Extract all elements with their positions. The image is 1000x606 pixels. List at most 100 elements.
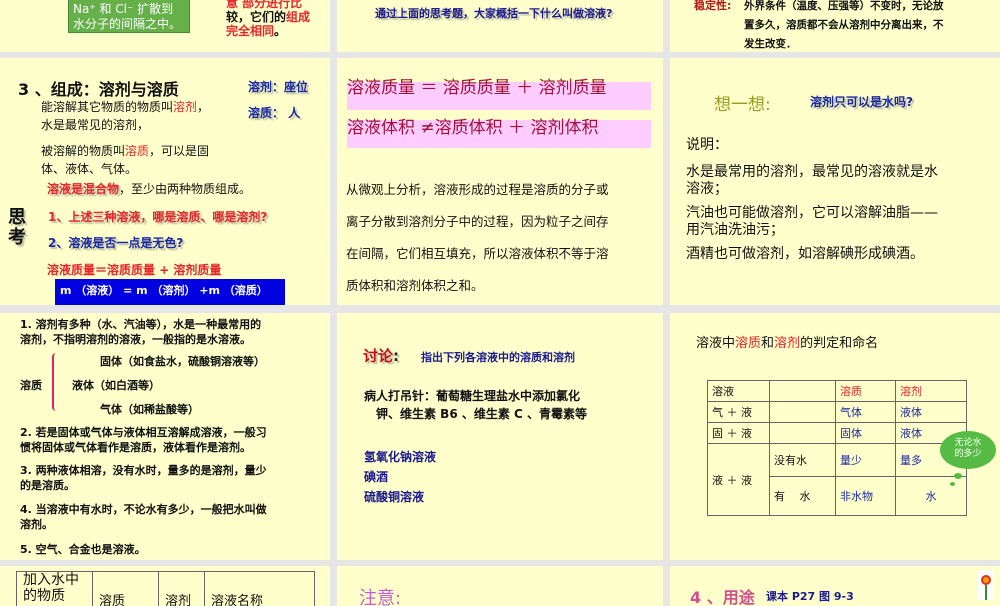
think-heading: 想一想: (714, 90, 771, 115)
iv-description: 病人打吊针：葡萄糖生理盐水中添加氯化钾、维生素 B6 、维生素 C 、青霉素等 (364, 387, 587, 423)
table-row: 气 ＋ 液气体液体 (708, 402, 967, 423)
mass-equation: 溶液质量 ＝ 溶质质量 ＋ 溶剂质量 (347, 80, 647, 97)
volume-inequation: 溶液体积 ≠溶质体积 ＋ 溶剂体积 (347, 120, 641, 137)
diffusion-box: Na⁺ 和 Cl⁻ 扩散到 水分子的间隔之中。 (68, 0, 190, 33)
text-line: 4. 当溶液中有水时，不论水有多少，一般把水叫做 (20, 502, 267, 517)
text: 和 (761, 336, 774, 351)
cell: 溶质 (836, 381, 896, 402)
cell: 溶剂 (159, 572, 205, 606)
text: 溶剂 (774, 336, 800, 351)
cell: 溶剂 (896, 381, 967, 402)
text: : (393, 347, 399, 365)
note-label: 说明： (686, 134, 728, 154)
list-item: 碘酒 (364, 467, 436, 487)
text-line: 用汽油洗油污； (686, 222, 938, 239)
text-line: 在间隔，它们相互填充，所以溶液体积不等于溶 (346, 238, 609, 270)
text-line: 发生改变． (744, 35, 944, 52)
text-line: 从微观上分析，溶液形成的过程是溶质的分子或 (346, 174, 609, 206)
slide-thumbnail[interactable]: 想一想: 溶剂只可以是水吗? 说明： 水是最常用的溶剂，最常见的溶液就是水 溶液… (670, 58, 1000, 305)
text-line: 钾、维生素 B6 、维生素 C 、青霉素等 (364, 405, 587, 423)
question-text: 通过上面的思考题，大家概括一下什么叫做溶液? (375, 5, 612, 21)
cell: 固体 (836, 423, 896, 444)
slide-title: 3 、组成：溶剂与溶质 (18, 76, 179, 100)
list-item: 氢氧化钠溶液 (364, 447, 436, 467)
rule-2: 2. 若是固体或气体与液体相互溶解成溶液，一般习惯将固体或气体看作是溶质，液体看… (20, 425, 267, 455)
text-line: 2. 若是固体或气体与液体相互溶解成溶液，一般习 (20, 425, 267, 440)
slide-thumbnail[interactable]: 通过上面的思考题，大家概括一下什么叫做溶液? (337, 0, 663, 52)
discussion-subtitle: 指出下列各溶液中的溶质和溶剂 (421, 349, 575, 365)
solution-list: 氢氧化钠溶液 碘酒 硫酸铜溶液 (364, 447, 436, 507)
slide-thumbnail[interactable]: Na⁺ 和 Cl⁻ 扩散到 水分子的间隔之中。 意 部分进行比 较，它们的组成 … (0, 0, 330, 52)
definition-solute: 被溶解的物质叫溶质，可以是固 体、液体、气体。 (41, 142, 209, 178)
text-line: 酒精也可做溶剂，如溶解碘形成碘酒。 (686, 246, 938, 263)
rule-1: 1. 溶剂有多种（水、汽油等），水是一种最常用的溶剂，不指明溶剂的溶液，一般指的… (20, 317, 261, 347)
analysis-paragraph: 从微观上分析，溶液形成的过程是溶质的分子或 离子分散到溶剂分子中的过程，因为粒子… (346, 174, 609, 302)
slide-thumbnail[interactable]: 讨论: 指出下列各溶液中的溶质和溶剂 病人打吊针：葡萄糖生理盐水中添加氯化钾、维… (337, 313, 663, 560)
list-item: 硫酸铜溶液 (364, 487, 436, 507)
note-heading: 注意: (359, 584, 401, 606)
text: 溶质 (735, 336, 761, 351)
question-2: 2、溶液是否一点是无色? (48, 234, 183, 251)
solid-item: 固体（如食盐水，硫酸铜溶液等） (100, 353, 265, 369)
text: 溶液是混合物 (47, 182, 119, 196)
text-line: 离子分散到溶剂分子中的过程，因为粒子之间存 (346, 206, 609, 238)
rule-4: 4. 当溶液中有水时，不论水有多少，一般把水叫做溶剂。 (20, 502, 267, 532)
cell: 溶质 (93, 572, 159, 606)
text: 溶液中 (696, 336, 735, 351)
text-line: 3. 两种液体相溶，没有水时，量多的是溶剂，量少 (20, 463, 267, 478)
cell: 溶液 (708, 381, 770, 402)
text-line: 完全相同。 (226, 22, 286, 39)
question-1: 1、上述三种溶液，哪是溶质、哪是溶剂? (48, 208, 267, 225)
question-text: 溶剂只可以是水吗? (810, 93, 913, 110)
table-row: 溶液 溶质溶剂 (708, 381, 967, 402)
cell: 非水物 (836, 477, 896, 516)
solute-label: 溶质 (20, 377, 42, 393)
slide-thumbnail[interactable]: 1. 溶剂有多种（水、汽油等），水是一种最常用的溶剂，不指明溶剂的溶液，一般指的… (0, 313, 330, 560)
text-line: 汽油也可能做溶剂，它可以溶解油脂—— (686, 205, 938, 222)
slide-thumbnail[interactable]: 溶液质量 ＝ 溶质质量 ＋ 溶剂质量 溶液体积 ≠溶质体积 ＋ 溶剂体积 从微观… (337, 58, 663, 305)
cell: 液体 (896, 402, 967, 423)
cell: 液 ＋ 液 (708, 444, 770, 516)
rule-5: 5. 空气、合金也是溶液。 (20, 541, 146, 557)
slide-thumbnail[interactable]: 3 、组成：溶剂与溶质 溶剂：座位 溶质： 人 能溶解其它物质的物质叫溶剂， 水… (0, 58, 330, 305)
box-line: Na⁺ 和 Cl⁻ 扩散到 (73, 2, 189, 17)
slide-thumbnail[interactable]: 4 、用途 课本 P27 图 9-3 (670, 566, 1000, 606)
text: 被溶解的物质叫 (41, 144, 125, 158)
discussion-heading: 讨论: (363, 345, 399, 366)
text-line: 惯将固体或气体看作是溶质，液体看作是溶剂。 (20, 440, 267, 455)
cell: 溶液名称 (205, 572, 315, 606)
table-row: 加入水中的物质溶质溶剂溶液名称 (17, 572, 315, 606)
cell: 加入水中的物质 (17, 572, 93, 606)
slide-thumbnail[interactable]: 溶液中溶质和溶剂的判定和命名 溶液溶质溶剂 气 ＋ 液气体液体 固 ＋ 液固体液… (670, 313, 1000, 560)
slide-thumbnail[interactable]: 稳定性: 外界条件（温度、压强等）不变时，无论放 置多久，溶质都不会从溶剂中分离… (670, 0, 1000, 52)
label: 稳定性: (694, 0, 731, 13)
cell: 没有水 (770, 444, 836, 477)
slide-thumbnail[interactable]: 加入水中的物质溶质溶剂溶液名称 (0, 566, 330, 606)
text: 水是最常见的溶剂， (41, 116, 209, 134)
cell: 量少 (836, 444, 896, 477)
gas-item: 气体（如稀盐酸等） (100, 401, 199, 417)
side-note: 溶质： 人 (248, 104, 300, 121)
text-line: 外界条件（温度、压强等）不变时，无论放 (744, 0, 944, 16)
text: 能溶解其它物质的物质叫 (41, 100, 173, 114)
cell: 气 ＋ 液 (708, 402, 770, 423)
cell: 固 ＋ 液 (708, 423, 770, 444)
text: 的多少 (940, 449, 996, 460)
slide-thumbnail[interactable]: 注意: (337, 566, 663, 606)
flower-icon (978, 570, 994, 600)
mixture-note: 溶液是混合物，至少由两种物质组成。 (47, 180, 251, 197)
text: ， (197, 100, 209, 114)
liquid-item: 液体（如白酒等） (72, 377, 160, 393)
substance-table: 加入水中的物质溶质溶剂溶液名称 (16, 571, 315, 606)
text: ，至少由两种物质组成。 (119, 182, 251, 196)
judgement-table: 溶液溶质溶剂 气 ＋ 液气体液体 固 ＋ 液固体液体 液 ＋ 液没有水量少量多 … (707, 380, 967, 516)
table-row: 固 ＋ 液固体液体 (708, 423, 967, 444)
thought-cloud: 无论水的多少 (940, 431, 996, 469)
explanation: 水是最常用的溶剂，最常见的溶液就是水 溶液； 汽油也可能做溶剂，它可以溶解油脂—… (686, 164, 938, 263)
mass-formula: 溶液质量＝溶质质量 + 溶剂质量 (47, 261, 221, 278)
cell (770, 381, 836, 402)
text-line: 质体积和溶剂体积之和。 (346, 270, 609, 302)
text: 讨论 (363, 347, 393, 365)
side-note: 溶剂：座位 (248, 78, 308, 95)
table-row: 液 ＋ 液没有水量少量多 (708, 444, 967, 477)
